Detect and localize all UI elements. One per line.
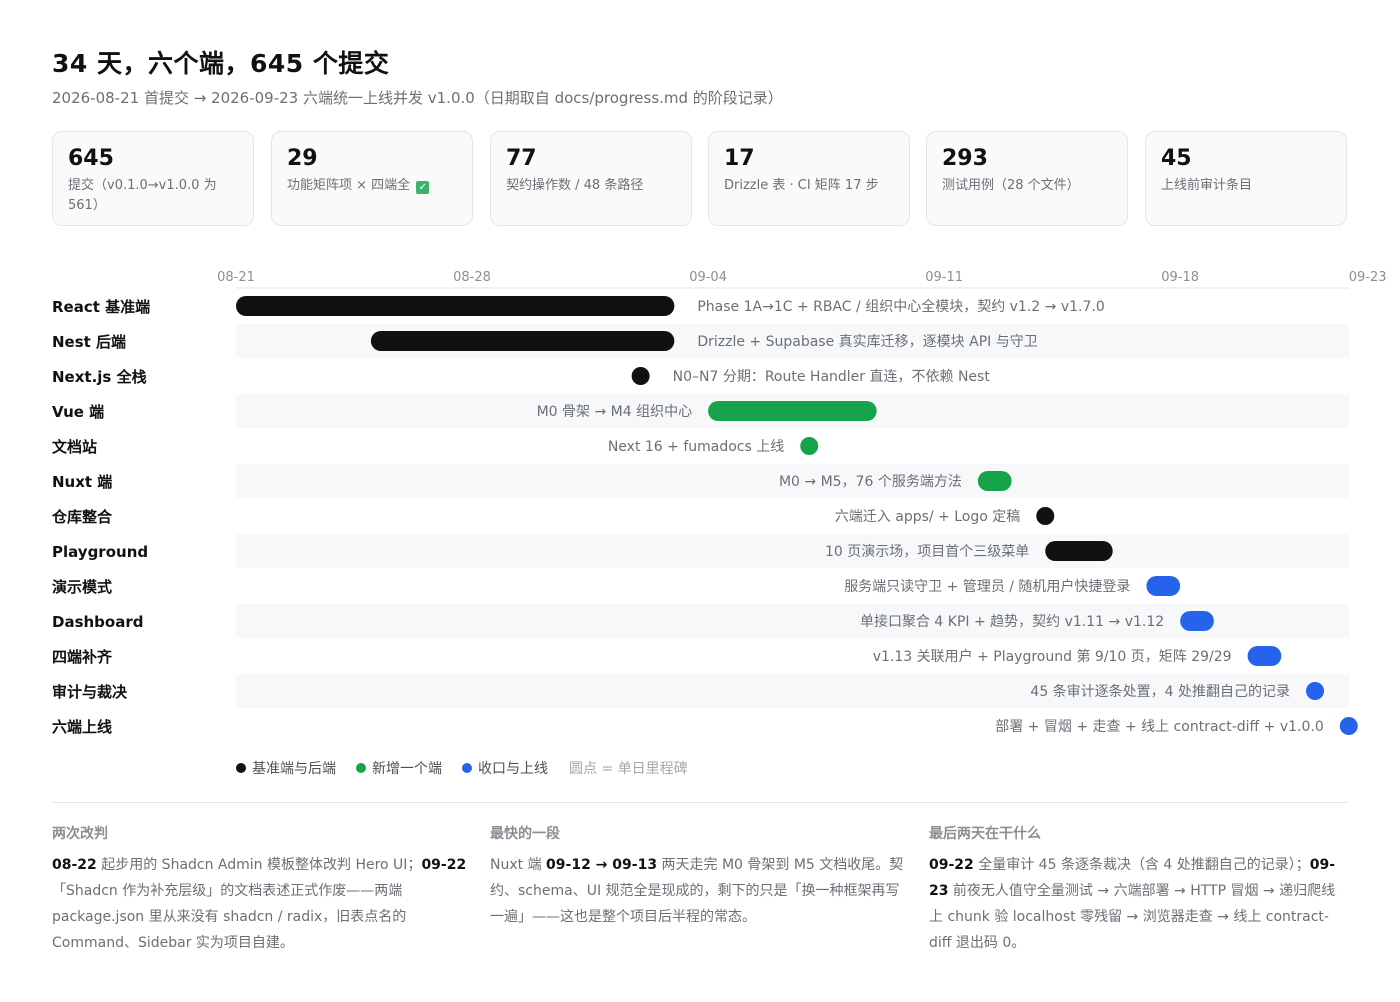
bar-annotation: Drizzle + Supabase 真实库迁移，逐模块 API 与守卫 bbox=[697, 334, 1037, 350]
note-date: 08-22 bbox=[52, 857, 97, 873]
legend-label: 收口与上线 bbox=[478, 761, 548, 777]
legend-label: 基准端与后端 bbox=[252, 760, 336, 777]
row-label: Next.js 全栈 bbox=[52, 368, 147, 386]
note-heading: 最快的一段 bbox=[490, 826, 560, 842]
note-text: Nuxt 端 bbox=[490, 857, 547, 873]
legend-note: 圆点 = 单日里程碑 bbox=[569, 761, 688, 777]
row-label: 仓库整合 bbox=[51, 508, 113, 526]
row-label: Nest 后端 bbox=[52, 333, 126, 351]
legend-swatch bbox=[462, 763, 472, 773]
note-date: 09-12 → 09-13 bbox=[546, 857, 658, 873]
legend-swatch bbox=[236, 763, 246, 773]
milestone-dot bbox=[631, 367, 650, 385]
bar-annotation: v1.13 关联用户 + Playground 第 9/10 页，矩阵 29/2… bbox=[873, 648, 1232, 665]
timeline-bar bbox=[977, 471, 1012, 491]
note-text: 起步用的 Shadcn Admin 模板整体改判 Hero UI； bbox=[96, 857, 422, 873]
bar-annotation: N0–N7 分期：Route Handler 直连，不依赖 Nest bbox=[673, 368, 991, 385]
row-label: Vue 端 bbox=[52, 403, 104, 421]
timeline-bar bbox=[370, 331, 675, 351]
milestone-dot bbox=[800, 437, 819, 455]
note-date: 09-22 bbox=[421, 857, 467, 873]
note-body: 08-22 起步用的 Shadcn Admin 模板整体改判 Hero UI；0… bbox=[52, 852, 470, 956]
bar-annotation: 45 条审计逐条处置，4 处推翻自己的记录 bbox=[1030, 683, 1290, 700]
x-tick-label: 09-04 bbox=[689, 270, 727, 285]
row-label: 文档站 bbox=[52, 438, 97, 456]
milestone-dot bbox=[1339, 717, 1358, 735]
row-label: 四端补齐 bbox=[52, 648, 113, 666]
bar-annotation: M0 → M5，76 个服务端方法 bbox=[779, 474, 962, 490]
x-tick-label: 09-18 bbox=[1161, 270, 1199, 285]
bar-annotation: M0 骨架 → M4 组织中心 bbox=[537, 404, 693, 420]
row-label: 审计与裁决 bbox=[52, 683, 128, 701]
timeline-bar bbox=[1146, 576, 1181, 596]
bar-annotation: 六端迁入 apps/ + Logo 定稿 bbox=[835, 509, 1020, 525]
gantt-chart: 08-21 08-28 09-04 09-11 09-18 09-23 React 基准端 P… bbox=[51, 270, 1387, 777]
row-label: Dashboard bbox=[52, 613, 143, 631]
note-text: 前夜无人值守全量测试 → 六端部署 → HTTP 冒烟 → 递归爬线上 chun… bbox=[929, 883, 1336, 951]
bar-annotation: 部署 + 冒烟 + 走查 + 线上 contract-diff + v1.0.0 bbox=[995, 719, 1324, 735]
x-tick-label: 08-28 bbox=[453, 270, 491, 285]
legend-label: 新增一个端 bbox=[372, 761, 442, 777]
row-label: Playground bbox=[52, 543, 148, 561]
row-label: 演示模式 bbox=[52, 578, 112, 596]
note-block: 两次改判 08-22 起步用的 Shadcn Admin 模板整体改判 Hero… bbox=[52, 824, 470, 956]
timeline-bar bbox=[708, 401, 877, 421]
timeline-bar bbox=[1045, 541, 1113, 561]
note-block: 最快的一段 Nuxt 端 09-12 → 09-13 两天走完 M0 骨架到 M… bbox=[490, 824, 908, 930]
note-heading: 两次改判 bbox=[52, 826, 108, 842]
x-tick-label: 09-11 bbox=[925, 270, 963, 285]
timeline-bar bbox=[1180, 611, 1214, 631]
row-label: Nuxt 端 bbox=[52, 473, 112, 491]
bar-annotation: 10 页演示场，项目首个三级菜单 bbox=[825, 544, 1029, 560]
legend: 基准端与后端 新增一个端 收口与上线 圆点 = 单日里程碑 bbox=[236, 760, 688, 777]
note-block: 最后两天在干什么 09-22 全量审计 45 条逐条裁决（含 4 处推翻自己的记… bbox=[929, 824, 1347, 956]
bar-annotation: 单接口聚合 4 KPI + 趋势，契约 v1.11 → v1.12 bbox=[860, 613, 1164, 630]
legend-swatch bbox=[356, 763, 366, 773]
x-tick-label: 09-23 bbox=[1349, 270, 1387, 285]
timeline-bar bbox=[236, 296, 675, 316]
milestone-dot bbox=[1036, 507, 1055, 525]
row-stripe bbox=[236, 534, 1349, 568]
note-heading: 最后两天在干什么 bbox=[929, 826, 1041, 842]
note-date: 09-22 bbox=[929, 857, 974, 873]
divider bbox=[52, 802, 1349, 803]
milestone-dot bbox=[1306, 682, 1325, 700]
x-tick-label: 08-21 bbox=[217, 270, 255, 285]
note-text: 「Shadcn 作为补充层级」的文档表述正式作废——两端 package.jso… bbox=[52, 883, 407, 951]
timeline-bar bbox=[1247, 646, 1282, 666]
bar-annotation: Next 16 + fumadocs 上线 bbox=[608, 439, 784, 455]
note-text: 全量审计 45 条逐条裁决（含 4 处推翻自己的记录）； bbox=[973, 857, 1310, 873]
bar-annotation: Phase 1A→1C + RBAC / 组织中心全模块，契约 v1.2 → v… bbox=[697, 298, 1104, 315]
row-label: React 基准端 bbox=[52, 298, 150, 316]
bar-annotation: 服务端只读守卫 + 管理员 / 随机用户快捷登录 bbox=[844, 578, 1130, 595]
note-body: Nuxt 端 09-12 → 09-13 两天走完 M0 骨架到 M5 文档收尾… bbox=[490, 852, 908, 930]
note-body: 09-22 全量审计 45 条逐条裁决（含 4 处推翻自己的记录）；09-23 … bbox=[929, 852, 1347, 956]
row-label: 六端上线 bbox=[52, 718, 112, 736]
